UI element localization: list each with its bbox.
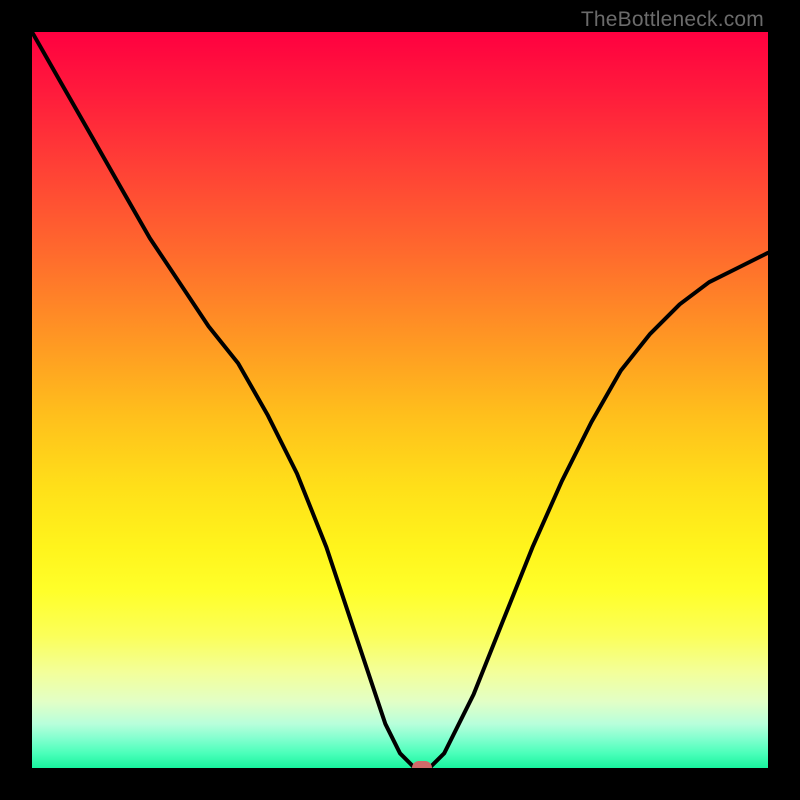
chart-frame: TheBottleneck.com — [0, 0, 800, 800]
plot-area — [32, 32, 768, 768]
bottleneck-curve-svg — [32, 32, 768, 768]
watermark-text: TheBottleneck.com — [581, 8, 764, 32]
bottleneck-curve-path — [32, 32, 768, 768]
optimal-point-marker — [412, 761, 432, 768]
